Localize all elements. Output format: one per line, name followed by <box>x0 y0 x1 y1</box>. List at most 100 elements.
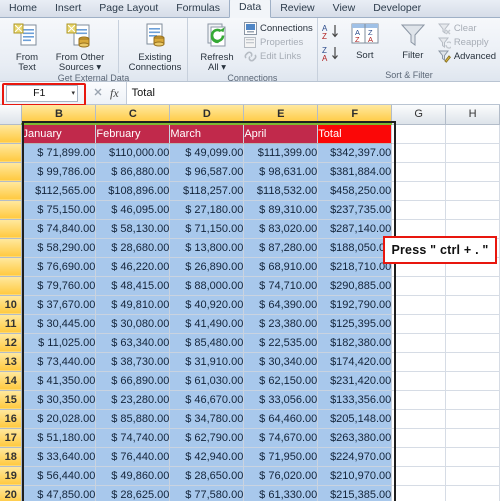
data-cell[interactable]: $ 11,025.00 <box>21 333 97 353</box>
empty-cell[interactable] <box>391 295 447 315</box>
data-cell[interactable]: $ 96,587.00 <box>169 162 245 182</box>
empty-cell[interactable] <box>445 428 500 448</box>
empty-cell[interactable] <box>445 200 500 220</box>
properties-button[interactable]: Properties <box>244 36 313 49</box>
data-cell[interactable]: $ 77,580.00 <box>169 485 245 501</box>
empty-cell[interactable] <box>391 333 447 353</box>
data-cell[interactable]: $ 74,670.00 <box>243 428 319 448</box>
data-cell[interactable]: $ 48,415.00 <box>95 276 171 296</box>
ribbon-tab-insert[interactable]: Insert <box>46 0 90 17</box>
data-cell[interactable]: $ 86,880.00 <box>95 162 171 182</box>
empty-cell[interactable] <box>445 314 500 334</box>
clear-filter-button[interactable]: Clear <box>437 22 496 35</box>
row-header[interactable]: 14 <box>0 371 23 391</box>
data-cell[interactable]: $ 30,350.00 <box>21 390 97 410</box>
empty-cell[interactable] <box>391 314 447 334</box>
empty-cell[interactable] <box>445 409 500 429</box>
data-cell[interactable]: $ 64,460.00 <box>243 409 319 429</box>
empty-cell[interactable] <box>391 124 447 144</box>
data-cell[interactable]: $ 40,920.00 <box>169 295 245 315</box>
row-header[interactable]: 13 <box>0 352 23 372</box>
data-cell[interactable]: $ 73,440.00 <box>21 352 97 372</box>
connections-button[interactable]: Connections <box>244 22 313 35</box>
data-cell[interactable]: $192,790.00 <box>317 295 393 315</box>
data-cell[interactable]: $ 30,340.00 <box>243 352 319 372</box>
data-cell[interactable]: $ 56,440.00 <box>21 466 97 486</box>
data-cell[interactable]: $215,385.00 <box>317 485 393 501</box>
data-cell[interactable]: $188,050.00 <box>317 238 393 258</box>
data-cell[interactable]: $ 64,390.00 <box>243 295 319 315</box>
ribbon-tab-home[interactable]: Home <box>0 0 46 17</box>
data-cell[interactable]: $ 30,080.00 <box>95 314 171 334</box>
data-cell[interactable]: $ 41,350.00 <box>21 371 97 391</box>
data-cell[interactable]: $ 42,940.00 <box>169 447 245 467</box>
ribbon-tab-view[interactable]: View <box>324 0 365 17</box>
data-cell[interactable]: $287,140.00 <box>317 219 393 239</box>
sort-ascending-icon[interactable]: A Z <box>322 23 340 43</box>
column-header-G[interactable]: G <box>391 105 447 125</box>
data-cell[interactable]: $ 76,690.00 <box>21 257 97 277</box>
data-cell[interactable]: $ 23,280.00 <box>95 390 171 410</box>
empty-cell[interactable] <box>391 428 447 448</box>
empty-cell[interactable] <box>445 124 500 144</box>
data-cell[interactable]: $290,885.00 <box>317 276 393 296</box>
worksheet-grid[interactable]: BCDEFGH January February March April Total $ … <box>0 105 500 501</box>
ribbon-tab-formulas[interactable]: Formulas <box>167 0 229 17</box>
row-header[interactable] <box>0 162 23 182</box>
reapply-filter-button[interactable]: Reapply <box>437 36 496 49</box>
empty-cell[interactable] <box>391 485 447 501</box>
data-cell[interactable]: $342,397.00 <box>317 143 393 163</box>
empty-cell[interactable] <box>391 276 447 296</box>
row-header[interactable]: 20 <box>0 485 23 501</box>
column-header-H[interactable]: H <box>445 105 500 125</box>
empty-cell[interactable] <box>445 390 500 410</box>
row-header[interactable] <box>0 200 23 220</box>
from-text-button[interactable]: From Text <box>4 20 50 73</box>
empty-cell[interactable] <box>445 276 500 296</box>
empty-cell[interactable] <box>391 447 447 467</box>
data-cell[interactable]: $ 68,910.00 <box>243 257 319 277</box>
data-cell[interactable]: $ 28,625.00 <box>95 485 171 501</box>
empty-cell[interactable] <box>445 143 500 163</box>
empty-cell[interactable] <box>391 371 447 391</box>
fx-icon[interactable]: fx <box>110 86 119 101</box>
data-cell[interactable]: $ 51,180.00 <box>21 428 97 448</box>
cancel-icon[interactable] <box>93 87 103 100</box>
data-cell[interactable]: $ 63,340.00 <box>95 333 171 353</box>
data-cell[interactable]: $ 49,099.00 <box>169 143 245 163</box>
data-cell[interactable]: $ 99,786.00 <box>21 162 97 182</box>
data-cell[interactable]: $ 58,130.00 <box>95 219 171 239</box>
data-cell[interactable]: $ 27,180.00 <box>169 200 245 220</box>
data-cell[interactable]: $111,399.00 <box>243 143 319 163</box>
row-header[interactable]: 16 <box>0 409 23 429</box>
data-cell[interactable]: $125,395.00 <box>317 314 393 334</box>
data-cell[interactable]: $ 38,730.00 <box>95 352 171 372</box>
row-header[interactable] <box>0 276 23 296</box>
data-cell[interactable]: $ 85,880.00 <box>95 409 171 429</box>
data-cell[interactable]: $ 76,020.00 <box>243 466 319 486</box>
data-cell[interactable]: $ 62,150.00 <box>243 371 319 391</box>
header-cell[interactable]: Total <box>317 124 393 144</box>
data-cell[interactable]: $112,565.00 <box>21 181 97 201</box>
row-header[interactable]: 11 <box>0 314 23 334</box>
empty-cell[interactable] <box>445 162 500 182</box>
data-cell[interactable]: $ 46,670.00 <box>169 390 245 410</box>
empty-cell[interactable] <box>391 200 447 220</box>
data-cell[interactable]: $ 30,445.00 <box>21 314 97 334</box>
empty-cell[interactable] <box>391 162 447 182</box>
advanced-filter-button[interactable]: Advanced <box>437 50 496 63</box>
data-cell[interactable]: $218,710.00 <box>317 257 393 277</box>
empty-cell[interactable] <box>445 181 500 201</box>
data-cell[interactable]: $ 85,480.00 <box>169 333 245 353</box>
empty-cell[interactable] <box>445 333 500 353</box>
data-cell[interactable]: $108,896.00 <box>95 181 171 201</box>
data-cell[interactable]: $ 75,150.00 <box>21 200 97 220</box>
ribbon-tab-developer[interactable]: Developer <box>364 0 430 17</box>
data-cell[interactable]: $ 49,860.00 <box>95 466 171 486</box>
data-cell[interactable]: $ 46,095.00 <box>95 200 171 220</box>
data-cell[interactable]: $263,380.00 <box>317 428 393 448</box>
data-cell[interactable]: $ 62,790.00 <box>169 428 245 448</box>
data-cell[interactable]: $ 22,535.00 <box>243 333 319 353</box>
data-cell[interactable]: $ 23,380.00 <box>243 314 319 334</box>
row-header[interactable]: 17 <box>0 428 23 448</box>
